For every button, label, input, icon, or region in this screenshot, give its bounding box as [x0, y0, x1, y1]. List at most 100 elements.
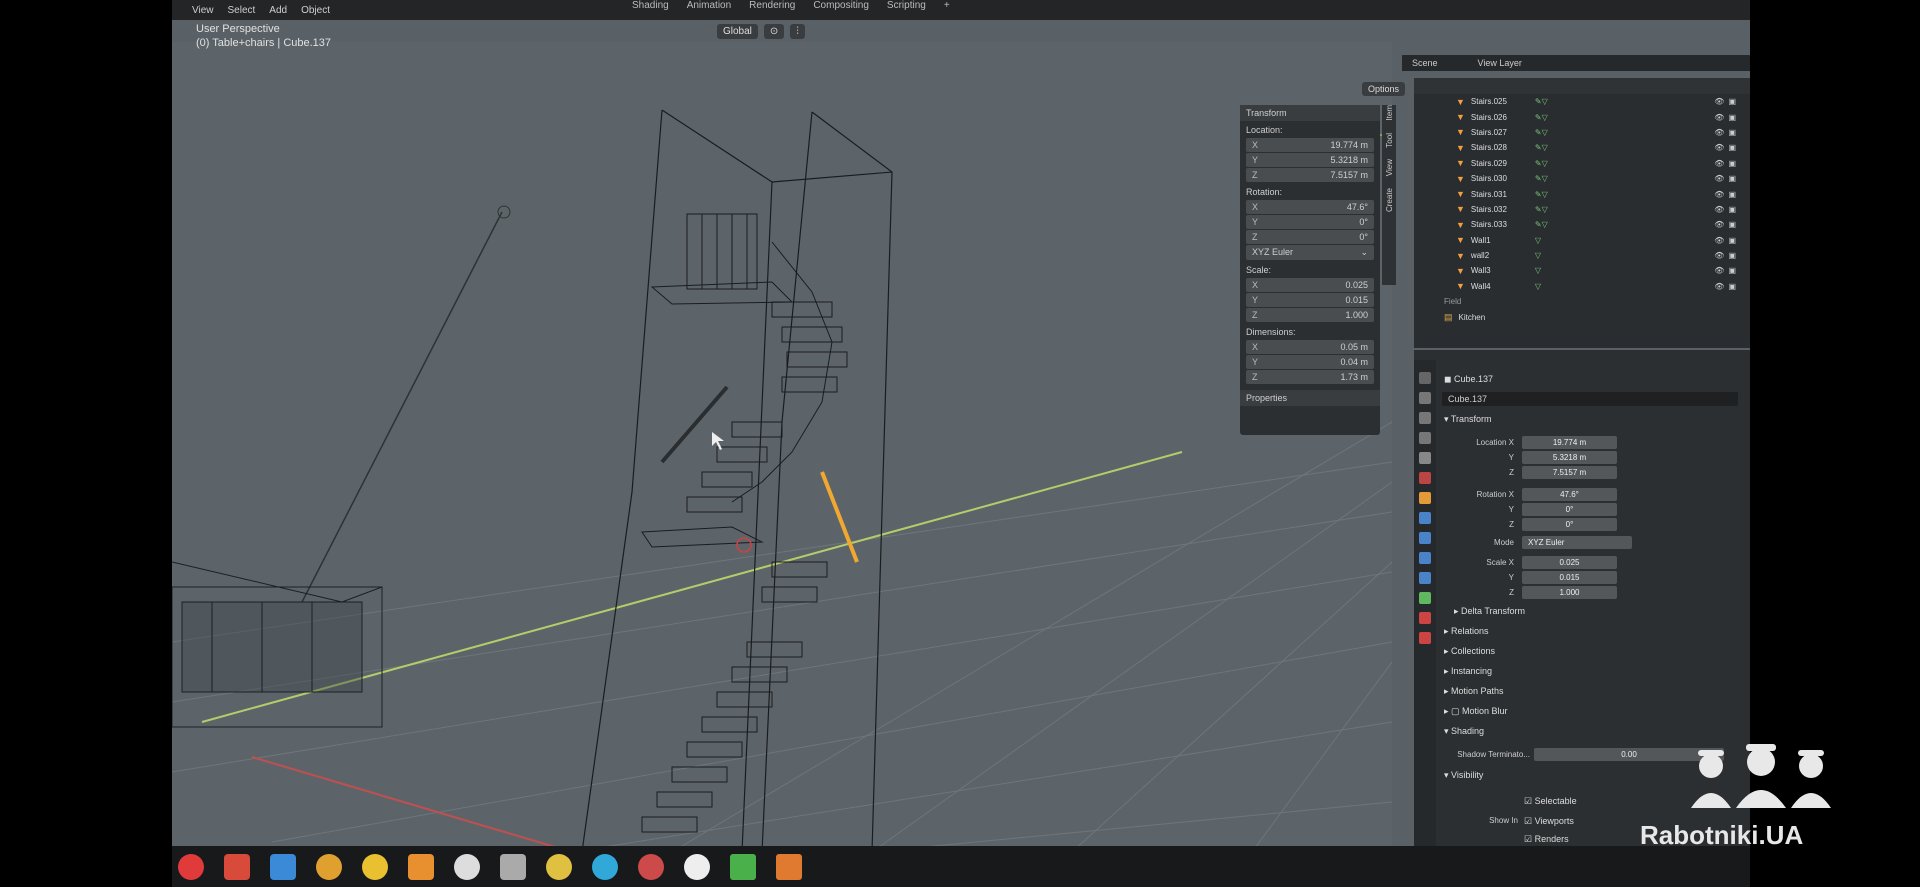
render-icon[interactable] [1419, 392, 1431, 404]
orientation-dropdown[interactable]: Global [717, 23, 758, 39]
object-name-field[interactable]: Cube.137 [1442, 392, 1738, 406]
tab-shading[interactable]: Shading [632, 0, 669, 11]
properties-header[interactable]: Properties [1240, 390, 1380, 406]
chat-icon[interactable] [684, 853, 710, 880]
tab-animation[interactable]: Animation [687, 0, 731, 11]
renders-checkbox[interactable]: ☑ Renders [1524, 834, 1569, 845]
blender-icon[interactable] [408, 853, 434, 880]
tab-rendering[interactable]: Rendering [749, 0, 795, 11]
tab-tool[interactable]: Tool [1385, 133, 1394, 148]
scale-x-field[interactable]: X 0.025 [1246, 278, 1374, 292]
scene-icon[interactable] [1419, 452, 1431, 464]
object-name[interactable]: ◼ Cube.137 [1444, 374, 1493, 385]
pivot-icon[interactable]: ⊙ [763, 23, 785, 39]
menu-object[interactable]: Object [301, 5, 330, 16]
scene-selector[interactable]: Scene [1412, 58, 1438, 68]
transform-section[interactable]: ▾ Transform [1444, 414, 1492, 425]
rotation-mode-dropdown[interactable]: XYZ Euler ⌄ [1246, 245, 1374, 260]
list-item[interactable]: ▼ Wall3 ▽ 👁▣ [1414, 263, 1750, 278]
list-item[interactable]: ▼ Stairs.026 ✎▽ 👁▣ [1414, 109, 1750, 124]
chrome-icon[interactable] [316, 853, 342, 880]
motion-blur-section[interactable]: ▸ ▢ Motion Blur [1444, 706, 1508, 717]
rotation-y-field[interactable]: Y 0° [1246, 215, 1374, 229]
location-z-field[interactable]: Z 7.5157 m [1246, 168, 1374, 182]
location-x-value[interactable]: 19.774 m [1522, 436, 1617, 449]
list-item[interactable]: ▼ Stairs.030 ✎▽ 👁▣ [1414, 171, 1750, 186]
app-icon-white[interactable] [454, 853, 480, 880]
folder-icon[interactable] [270, 853, 296, 880]
app-icon-blue[interactable] [592, 853, 618, 880]
rotation-z-field[interactable]: Z 0° [1246, 230, 1374, 244]
dimensions-x-field[interactable]: X 0.05 m [1246, 340, 1374, 354]
menu-view[interactable]: View [192, 5, 214, 16]
constraints-icon[interactable] [1419, 572, 1431, 584]
list-item[interactable]: ▼ Stairs.031 ✎▽ 👁▣ [1414, 186, 1750, 201]
tab-scripting[interactable]: Scripting [887, 0, 926, 11]
world-icon[interactable] [1419, 472, 1431, 484]
menu-add[interactable]: Add [269, 5, 287, 16]
delta-transform-section[interactable]: ▸ Delta Transform [1454, 606, 1525, 617]
dimensions-y-field[interactable]: Y 0.04 m [1246, 355, 1374, 369]
view-layer-icon[interactable] [1419, 432, 1431, 444]
selectable-checkbox[interactable]: ☑ Selectable [1524, 796, 1577, 807]
scale-z-value[interactable]: 1.000 [1522, 586, 1617, 599]
relations-section[interactable]: ▸ Relations [1444, 626, 1489, 637]
tab-view[interactable]: View [1385, 159, 1394, 176]
tab-item[interactable]: Item [1385, 105, 1394, 121]
3d-viewport[interactable] [172, 42, 1392, 852]
list-item[interactable]: ▼ Stairs.025 ✎▽ 👁▣ [1414, 94, 1750, 109]
play-icon[interactable] [730, 853, 756, 880]
dimensions-z-field[interactable]: Z 1.73 m [1246, 370, 1374, 384]
list-item[interactable]: ▼ wall2 ▽ 👁▣ [1414, 248, 1750, 263]
menu-select[interactable]: Select [228, 5, 256, 16]
viewports-checkbox[interactable]: ☑ Viewports [1524, 816, 1574, 827]
instancing-section[interactable]: ▸ Instancing [1444, 666, 1492, 677]
tab-compositing[interactable]: Compositing [813, 0, 869, 11]
list-item[interactable]: ▼ Stairs.027 ✎▽ 👁▣ [1414, 125, 1750, 140]
rotation-x-field[interactable]: X 47.6° [1246, 200, 1374, 214]
rotation-z-value[interactable]: 0° [1522, 518, 1617, 531]
material-icon[interactable] [1419, 612, 1431, 624]
collections-section[interactable]: ▸ Collections [1444, 646, 1495, 657]
app-icon-orange[interactable] [776, 853, 802, 880]
motion-paths-section[interactable]: ▸ Motion Paths [1444, 686, 1504, 697]
physics-icon[interactable] [1419, 552, 1431, 564]
app-icon-cube[interactable] [500, 853, 526, 880]
tool-icon[interactable] [1419, 372, 1431, 384]
app-icon-red[interactable] [178, 853, 204, 880]
app-icon-s[interactable] [224, 853, 250, 880]
scale-x-value[interactable]: 0.025 [1522, 556, 1617, 569]
texture-icon[interactable] [1419, 632, 1431, 644]
modifier-wrench-icon[interactable] [1419, 512, 1431, 524]
scale-y-value[interactable]: 0.015 [1522, 571, 1617, 584]
list-item[interactable]: ▼ Stairs.029 ✎▽ 👁▣ [1414, 156, 1750, 171]
app-icon-yellow[interactable] [546, 853, 572, 880]
shading-section[interactable]: ▾ Shading [1444, 726, 1484, 737]
particles-icon[interactable] [1419, 532, 1431, 544]
list-item[interactable]: ▼ Wall1 ▽ 👁▣ [1414, 233, 1750, 248]
output-icon[interactable] [1419, 412, 1431, 424]
tab-create[interactable]: Create [1385, 188, 1394, 212]
browser-icon[interactable] [362, 853, 388, 880]
mesh-data-icon[interactable] [1419, 592, 1431, 604]
view-layer-selector[interactable]: View Layer [1478, 58, 1522, 68]
object-icon[interactable] [1419, 492, 1431, 504]
snap-icon[interactable]: ⫶ [790, 23, 805, 39]
transform-header[interactable]: Transform [1240, 105, 1380, 121]
location-y-value[interactable]: 5.3218 m [1522, 451, 1617, 464]
rotation-mode-dropdown[interactable]: XYZ Euler [1522, 536, 1632, 549]
scale-z-field[interactable]: Z 1.000 [1246, 308, 1374, 322]
list-item[interactable]: ▼ Stairs.028 ✎▽ 👁▣ [1414, 140, 1750, 155]
list-item[interactable]: ▼ Stairs.033 ✎▽ 👁▣ [1414, 217, 1750, 232]
rotation-x-value[interactable]: 47.6° [1522, 488, 1617, 501]
add-workspace-icon[interactable]: + [944, 0, 950, 11]
scale-y-field[interactable]: Y 0.015 [1246, 293, 1374, 307]
app-icon-gem[interactable] [638, 853, 664, 880]
location-z-value[interactable]: 7.5157 m [1522, 466, 1617, 479]
location-y-field[interactable]: Y 5.3218 m [1246, 153, 1374, 167]
list-item[interactable]: ▼ Wall4 ▽ 👁▣ [1414, 279, 1750, 294]
list-item[interactable]: ▤ Kitchen [1414, 309, 1750, 324]
visibility-section[interactable]: ▾ Visibility [1444, 770, 1483, 781]
rotation-y-value[interactable]: 0° [1522, 503, 1617, 516]
options-button[interactable]: Options [1362, 82, 1406, 96]
